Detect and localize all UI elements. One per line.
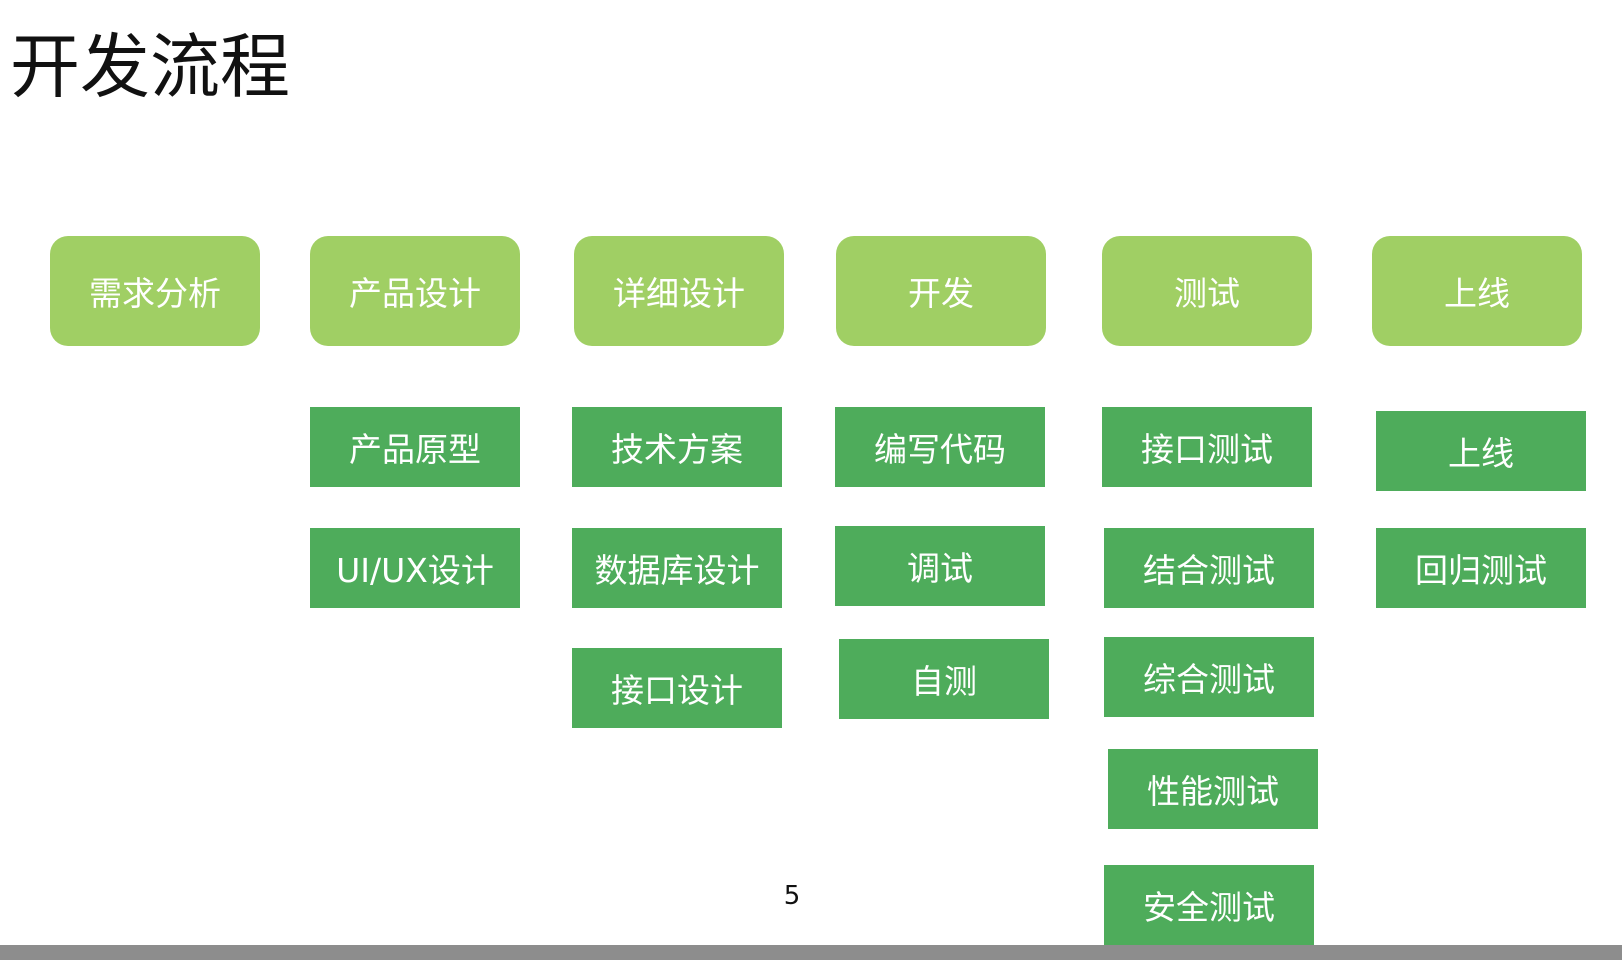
slide-title: 开发流程: [10, 26, 290, 108]
task-write-code: 编写代码: [835, 407, 1045, 487]
task-interface-design: 接口设计: [572, 648, 782, 728]
task-go-live: 上线: [1376, 411, 1586, 491]
phase-launch: 上线: [1372, 236, 1582, 346]
phase-requirements-analysis: 需求分析: [50, 236, 260, 346]
slide: 开发流程 需求分析 产品设计 详细设计 开发 测试 上线 产品原型 UI/UX设…: [0, 0, 1622, 945]
task-database-design: 数据库设计: [572, 528, 782, 608]
task-interface-testing: 接口测试: [1102, 407, 1312, 487]
task-debugging: 调试: [835, 526, 1045, 606]
task-combined-testing: 结合测试: [1104, 528, 1314, 608]
task-product-prototype: 产品原型: [310, 407, 520, 487]
task-security-testing: 安全测试: [1104, 865, 1314, 945]
task-technical-plan: 技术方案: [572, 407, 782, 487]
task-performance-testing: 性能测试: [1108, 749, 1318, 829]
phase-detailed-design: 详细设计: [574, 236, 784, 346]
page-number: 5: [783, 881, 801, 911]
phase-testing: 测试: [1102, 236, 1312, 346]
phase-product-design: 产品设计: [310, 236, 520, 346]
task-regression-testing: 回归测试: [1376, 528, 1586, 608]
task-self-test: 自测: [839, 639, 1049, 719]
phase-development: 开发: [836, 236, 1046, 346]
task-ui-ux-design: UI/UX设计: [310, 528, 520, 608]
task-comprehensive-testing: 综合测试: [1104, 637, 1314, 717]
bottom-bar: [0, 945, 1622, 960]
